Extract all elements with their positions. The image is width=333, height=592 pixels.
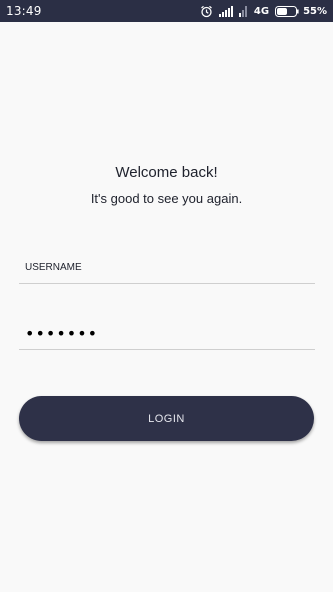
network-type: 4G bbox=[253, 5, 270, 17]
status-bar: 13:49 4G 55% bbox=[0, 0, 333, 22]
battery-icon bbox=[275, 5, 299, 17]
signal-icon bbox=[218, 5, 233, 17]
welcome-subtitle: It's good to see you again. bbox=[90, 191, 243, 206]
battery: 55% bbox=[275, 5, 327, 17]
battery-percent: 55% bbox=[303, 5, 327, 17]
login-button[interactable]: LOGIN bbox=[19, 396, 314, 441]
status-time: 13:49 bbox=[6, 4, 42, 18]
status-icons: 4G 55% bbox=[200, 3, 327, 19]
username-field bbox=[19, 250, 315, 284]
signal-weak-icon bbox=[238, 5, 248, 17]
alarm-icon bbox=[200, 5, 213, 18]
welcome-title: Welcome back! bbox=[115, 164, 218, 181]
username-input[interactable] bbox=[25, 262, 295, 273]
password-field bbox=[19, 316, 315, 350]
password-input[interactable] bbox=[25, 324, 295, 343]
